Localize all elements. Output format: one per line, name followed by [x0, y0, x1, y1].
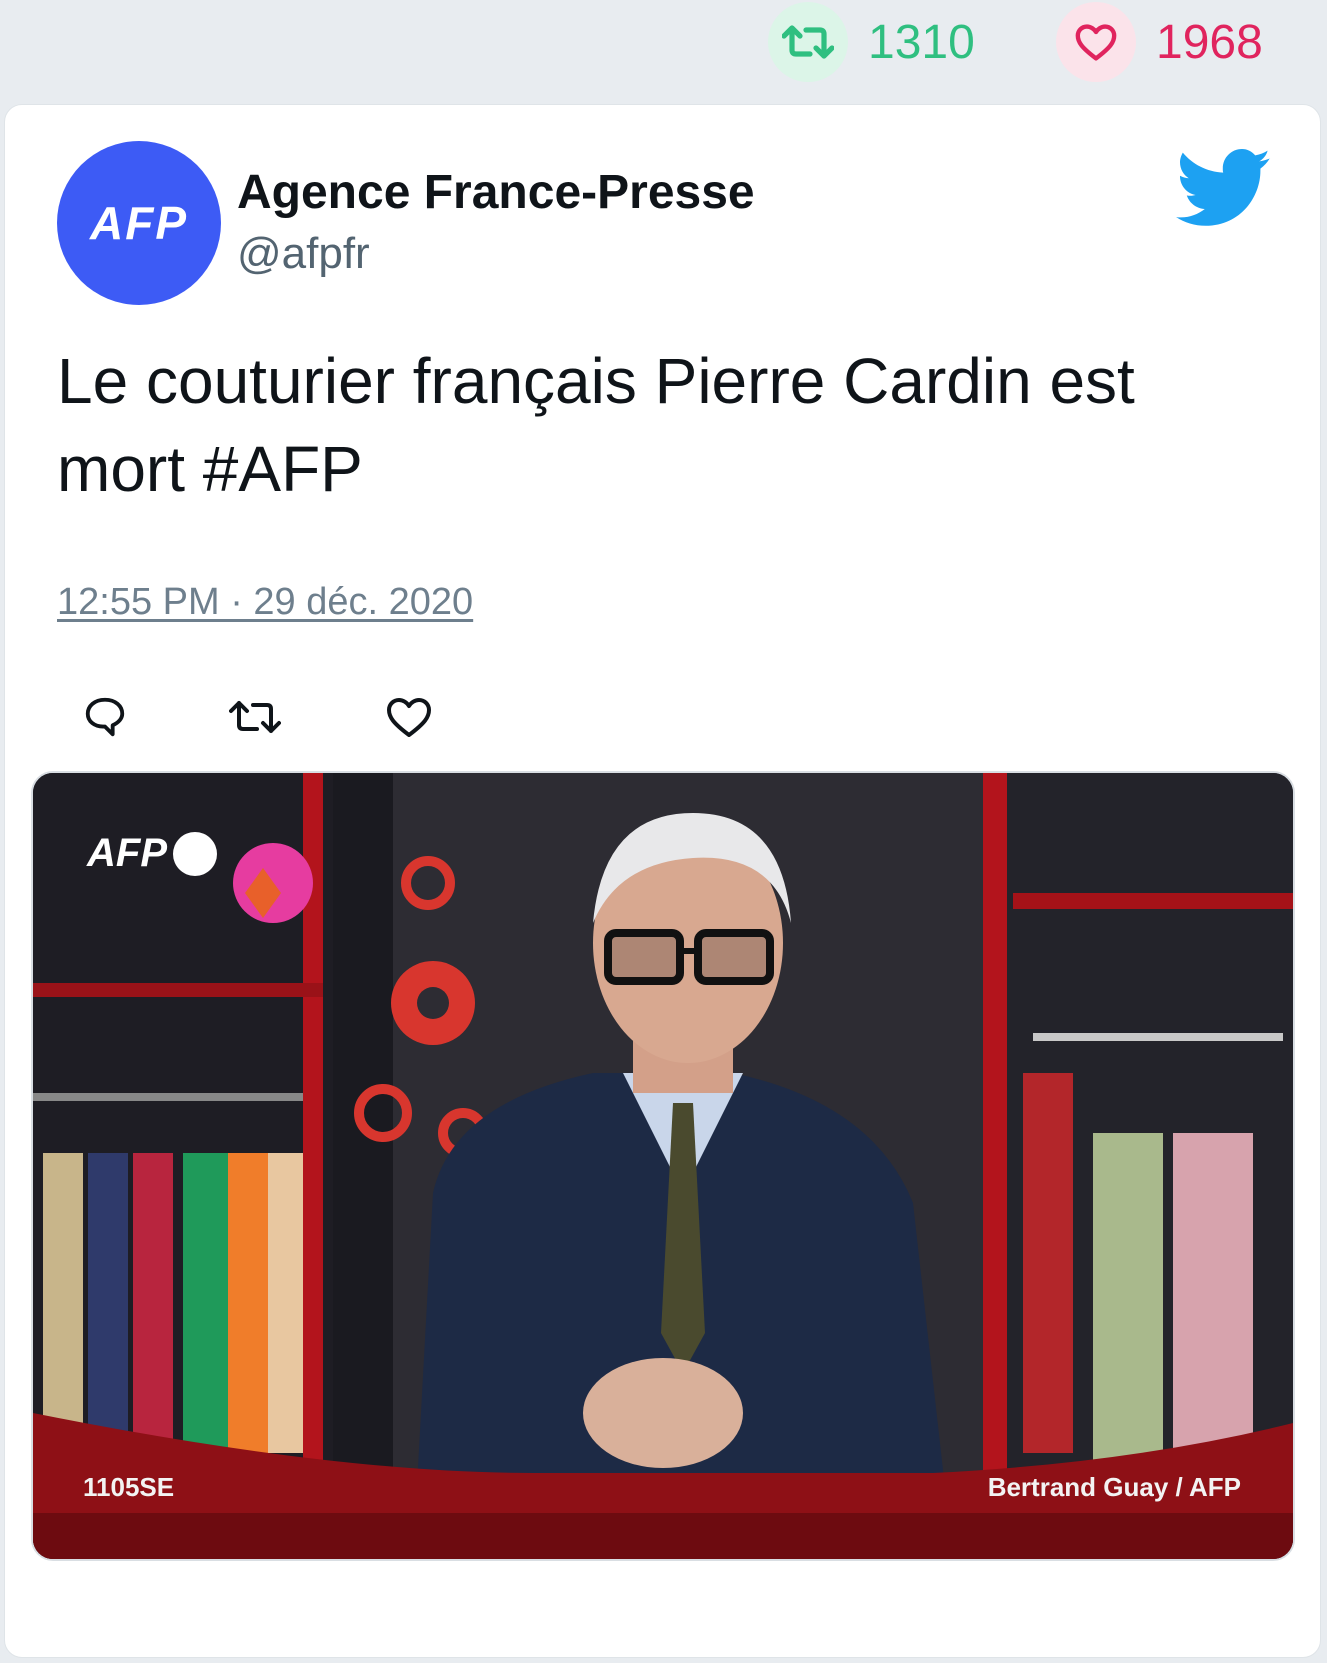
retweet-icon	[229, 701, 281, 733]
engagement-stats: 1310 1968	[0, 0, 1327, 100]
reply-icon	[85, 697, 125, 737]
tweet-photo[interactable]: AFP 1105SE Bertrand Guay / AFP	[31, 771, 1295, 1561]
heart-icon	[1056, 2, 1136, 82]
reply-button[interactable]	[75, 687, 135, 747]
tweet-timestamp[interactable]: 12:55 PM · 29 déc. 2020	[57, 581, 473, 624]
photo-credit: Bertrand Guay / AFP	[987, 1472, 1241, 1502]
retweet-count: 1310	[868, 15, 975, 69]
retweet-button[interactable]	[225, 687, 285, 747]
watermark-dot	[173, 831, 217, 876]
retweet-icon	[768, 2, 848, 82]
author-name[interactable]: Agence France-Presse	[237, 165, 755, 220]
watermark-text: AFP	[87, 831, 167, 875]
like-stat[interactable]: 1968	[1056, 2, 1263, 82]
author-handle[interactable]: @afpfr	[237, 229, 370, 279]
photo-code: 1105SE	[83, 1472, 175, 1502]
avatar-text: AFP	[90, 197, 188, 249]
retweet-stat[interactable]: 1310	[768, 2, 975, 82]
twitter-bird-icon[interactable]	[1175, 149, 1273, 229]
like-count: 1968	[1156, 15, 1263, 69]
afp-watermark-logo: AFP	[87, 831, 217, 876]
avatar[interactable]: AFP	[57, 141, 221, 305]
tweet-card: AFP Agence France-Presse @afpfr Le coutu…	[4, 104, 1321, 1658]
heart-icon	[387, 698, 431, 737]
tweet-text: Le couturier français Pierre Cardin est …	[57, 345, 1135, 505]
photo-illustration	[33, 773, 1293, 1559]
like-button[interactable]	[379, 687, 439, 747]
